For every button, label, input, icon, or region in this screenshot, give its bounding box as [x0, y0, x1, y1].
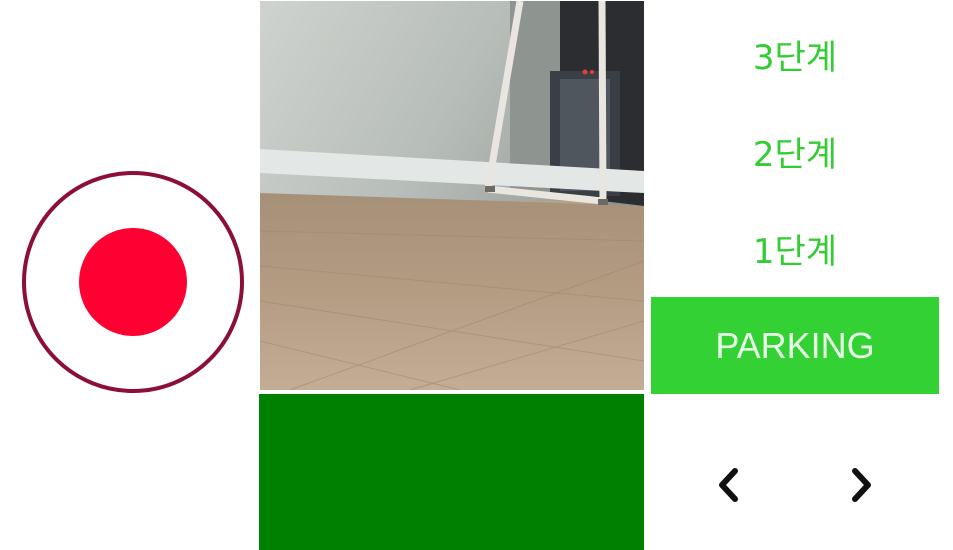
record-button[interactable] [22, 171, 244, 393]
level-3-label: 3단계 [752, 37, 838, 78]
level-3-button[interactable]: 3단계 [651, 24, 939, 84]
next-button[interactable] [832, 455, 892, 515]
level-1-button[interactable]: 1단계 [651, 218, 939, 278]
parking-button[interactable]: PARKING [651, 297, 939, 394]
record-icon [79, 228, 187, 336]
level-1-label: 1단계 [752, 231, 838, 272]
camera-feed [260, 1, 644, 390]
parking-label: PARKING [715, 324, 875, 366]
chevron-right-icon [852, 468, 871, 502]
status-panel [259, 394, 644, 550]
level-2-label: 2단계 [752, 134, 838, 175]
chevron-left-icon [719, 468, 738, 502]
level-2-button[interactable]: 2단계 [651, 121, 939, 181]
previous-button[interactable] [698, 455, 758, 515]
